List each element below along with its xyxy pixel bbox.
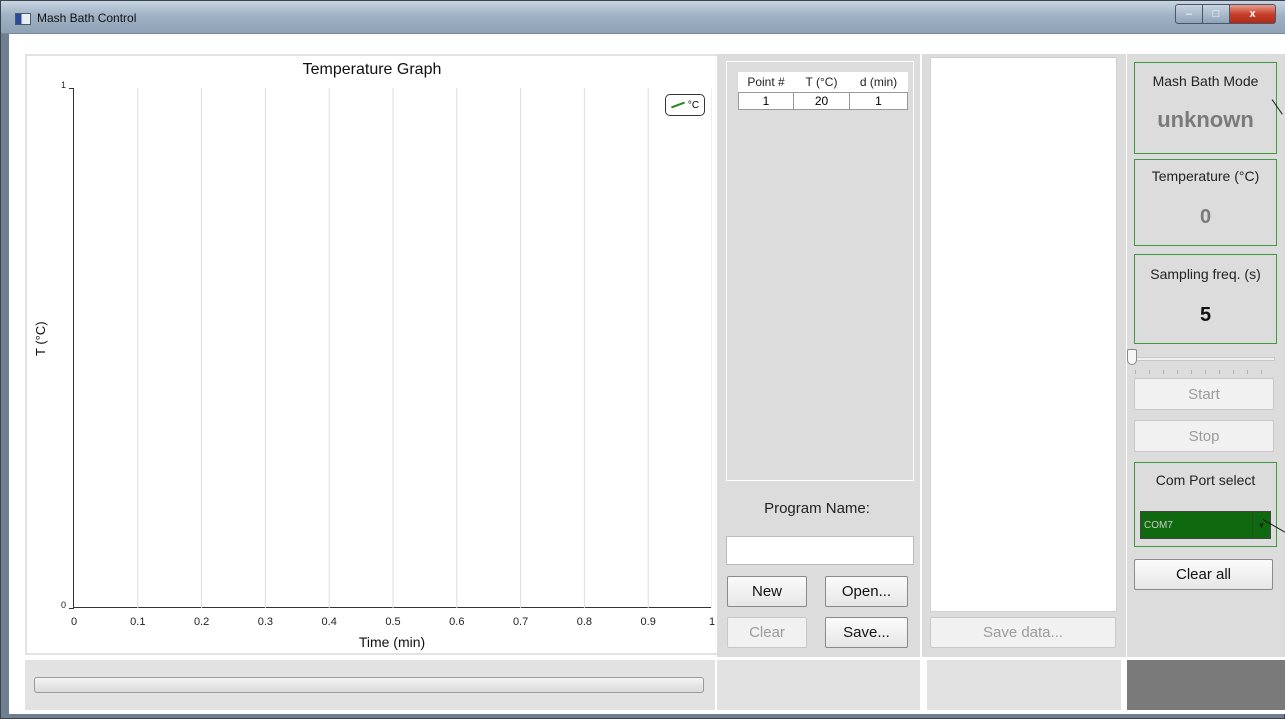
- x-tick-label: 0.2: [193, 616, 210, 628]
- point-table[interactable]: Point # T (°C) d (min) 1 20 1: [738, 72, 908, 110]
- com-port-value: COM7: [1144, 519, 1173, 531]
- save-program-button[interactable]: Save...: [825, 617, 908, 648]
- x-tick-label: 0: [70, 616, 78, 628]
- save-data-button[interactable]: Save data...: [930, 617, 1116, 648]
- column-header-point[interactable]: Point #: [738, 72, 794, 93]
- window-title: Mash Bath Control: [37, 11, 137, 25]
- new-program-button[interactable]: New: [727, 576, 807, 607]
- slider-ticks: [1135, 370, 1275, 374]
- x-tick-label: 0.5: [385, 616, 401, 628]
- cell-point[interactable]: 1: [738, 92, 794, 110]
- minimize-button[interactable]: –: [1175, 4, 1203, 24]
- app-icon: [15, 13, 31, 25]
- temperature-value: 0: [1199, 206, 1212, 228]
- start-button[interactable]: Start: [1134, 378, 1274, 410]
- temperature-graph-panel: Temperature Graph T (°C) 0 0.1 0.2 0.3 0.4 0.…: [25, 54, 719, 655]
- x-tick-label: 0.9: [640, 616, 656, 628]
- data-log-panel[interactable]: [930, 57, 1117, 612]
- x-tick-label: 0.6: [449, 616, 465, 628]
- window-controls: – □ x: [1175, 4, 1276, 24]
- close-button[interactable]: x: [1230, 4, 1276, 24]
- temperature-box: Temperature (°C) 0: [1134, 159, 1277, 246]
- chevron-down-icon[interactable]: ▼: [1252, 512, 1270, 538]
- y-tick-label: 1: [60, 80, 66, 90]
- temperature-title: Temperature (°C): [1151, 168, 1260, 184]
- legend-line-swatch: [670, 101, 685, 109]
- y-tick-mark: [69, 88, 74, 89]
- mode-title: Mash Bath Mode: [1152, 73, 1259, 89]
- legend-label: °C: [687, 99, 700, 111]
- slider-thumb[interactable]: [1127, 349, 1137, 365]
- x-axis-label: Time (min): [358, 634, 426, 650]
- point-table-header-row: Point # T (°C) d (min): [738, 72, 908, 93]
- plot-area: 0 0.1 0.2 0.3 0.4 0.5 0.6 0.7 0.8 0.9 1 0 1: [61, 80, 715, 628]
- sampling-frequency-slider[interactable]: [1125, 348, 1275, 378]
- com-port-select[interactable]: COM7 ▼: [1140, 511, 1271, 539]
- cell-duration[interactable]: 1: [849, 92, 908, 110]
- table-row[interactable]: 1 20 1: [738, 92, 908, 110]
- progress-bar: [34, 677, 704, 693]
- y-tick-label: 0: [60, 600, 66, 610]
- cell-temperature[interactable]: 20: [793, 92, 850, 110]
- y-tick-mark: [69, 608, 74, 609]
- column-header-temperature[interactable]: T (°C): [793, 72, 850, 93]
- open-program-button[interactable]: Open...: [825, 576, 908, 607]
- plot-svg: [137, 88, 712, 608]
- x-tick-label: 0.1: [130, 616, 146, 628]
- sampling-frequency-title: Sampling freq. (s): [1150, 266, 1261, 282]
- stop-button[interactable]: Stop: [1134, 420, 1274, 452]
- column-header-duration[interactable]: d (min): [849, 72, 908, 93]
- clear-program-button[interactable]: Clear: [727, 617, 807, 648]
- x-tick-label: 0.3: [257, 616, 274, 628]
- graph-title: Temperature Graph: [302, 61, 442, 78]
- mash-bath-mode-box: Mash Bath Mode unknown: [1134, 62, 1277, 154]
- x-tick-label: 0.4: [321, 616, 337, 628]
- status-strip-right: [1127, 660, 1285, 710]
- point-table-panel: Point # T (°C) d (min) 1 20 1: [726, 61, 914, 481]
- mode-value: unknown: [1157, 107, 1254, 132]
- sampling-frequency-value: 5: [1199, 304, 1212, 326]
- program-name-input[interactable]: [726, 536, 914, 565]
- y-axis-label: T (°C): [33, 321, 48, 356]
- status-strip-program: [717, 660, 920, 710]
- sampling-frequency-box: Sampling freq. (s) 5: [1134, 254, 1277, 344]
- com-port-title: Com Port select: [1155, 472, 1256, 488]
- x-tick-label: 0.7: [512, 616, 529, 628]
- program-name-label: Program Name:: [764, 500, 870, 517]
- title-bar[interactable]: Mash Bath Control – □ x: [1, 1, 1285, 34]
- clear-all-button[interactable]: Clear all: [1134, 559, 1273, 590]
- app-window: Mash Bath Control – □ x Temperature Grap…: [0, 0, 1285, 719]
- maximize-button[interactable]: □: [1203, 4, 1230, 24]
- slider-track[interactable]: [1133, 357, 1275, 361]
- status-strip-data: [927, 660, 1121, 710]
- x-tick-label: 0.8: [576, 616, 593, 628]
- chart-legend: °C: [665, 94, 705, 116]
